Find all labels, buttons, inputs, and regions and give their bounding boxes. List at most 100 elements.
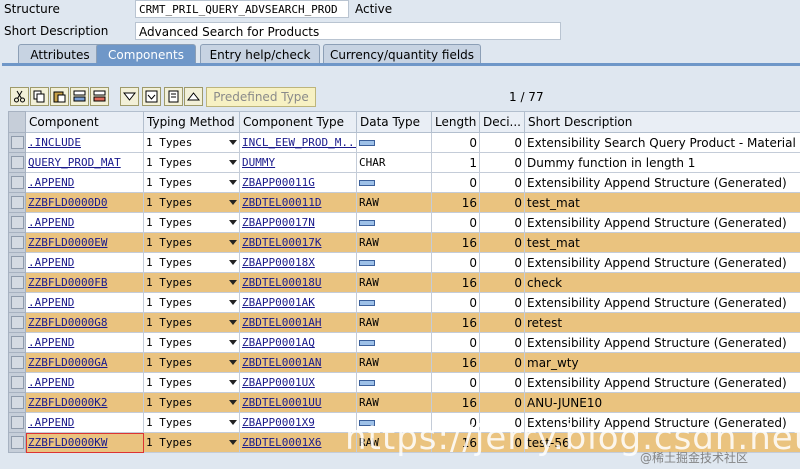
component-type-cell[interactable]: ZBDTEL0001X6 <box>239 432 357 453</box>
dropdown-arrow-icon[interactable] <box>229 280 237 285</box>
typing-method-cell[interactable]: 1 Types <box>143 272 240 293</box>
row-selector[interactable] <box>8 352 26 373</box>
column-header-component-type[interactable]: Component Type <box>239 111 357 133</box>
delete-row-icon[interactable] <box>90 87 109 106</box>
component-type-link[interactable]: ZBAPP0001AK <box>242 296 315 309</box>
component-link[interactable]: ZZBFLD0000KW <box>28 436 107 449</box>
row-selector[interactable] <box>8 292 26 313</box>
tab-attributes[interactable]: Attributes <box>18 44 102 64</box>
component-link[interactable]: .APPEND <box>28 376 74 389</box>
dropdown-arrow-icon[interactable] <box>229 200 237 205</box>
table-row[interactable]: ZZBFLD0000GA 1 Types ZBDTEL0001AN RAW 16 0 mar… <box>8 352 800 373</box>
dropdown-arrow-icon[interactable] <box>229 180 237 185</box>
component-link[interactable]: .APPEND <box>28 256 74 269</box>
table-row[interactable]: .APPEND 1 Types ZBAPP00017N 0 0 Extensibility… <box>8 212 800 233</box>
insert-row-icon[interactable] <box>70 87 89 106</box>
component-type-cell[interactable]: ZBAPP00018X <box>239 252 357 273</box>
component-type-link[interactable]: ZBAPP0001X9 <box>242 416 315 429</box>
component-cell[interactable]: .INCLUDE <box>25 132 144 153</box>
component-cell[interactable]: .APPEND <box>25 172 144 193</box>
component-type-link[interactable]: ZBAPP0001AQ <box>242 336 315 349</box>
component-type-link[interactable]: ZBAPP0001UX <box>242 376 315 389</box>
structure-field[interactable]: CRMT_PRIL_QUERY_ADVSEARCH_PROD <box>135 0 349 18</box>
component-cell[interactable]: ZZBFLD0000FB <box>25 272 144 293</box>
row-selector[interactable] <box>8 212 26 233</box>
expand-icon[interactable] <box>142 87 161 106</box>
paste-icon[interactable] <box>50 87 69 106</box>
typing-method-cell[interactable]: 1 Types <box>143 252 240 273</box>
column-header-decimals[interactable]: Deci... <box>479 111 525 133</box>
component-cell[interactable]: .APPEND <box>25 292 144 313</box>
tab-entry-help-check[interactable]: Entry help/check <box>200 44 320 64</box>
component-link[interactable]: ZZBFLD0000GA <box>28 356 107 369</box>
arrow-down-icon[interactable] <box>120 87 139 106</box>
component-type-cell[interactable]: INCL_EEW_PROD_M... <box>239 132 357 153</box>
dropdown-arrow-icon[interactable] <box>229 380 237 385</box>
dropdown-arrow-icon[interactable] <box>229 240 237 245</box>
typing-method-cell[interactable]: 1 Types <box>143 412 240 433</box>
typing-method-cell[interactable]: 1 Types <box>143 372 240 393</box>
table-row[interactable]: ZZBFLD0000EW 1 Types ZBDTEL00017K RAW 16 0 tes… <box>8 232 800 253</box>
component-type-link[interactable]: ZBDTEL0001AH <box>242 316 321 329</box>
typing-method-cell[interactable]: 1 Types <box>143 352 240 373</box>
table-row[interactable]: .APPEND 1 Types ZBAPP0001AK 0 0 Extensibility… <box>8 292 800 313</box>
typing-method-cell[interactable]: 1 Types <box>143 432 240 453</box>
component-type-cell[interactable]: ZBDTEL00011D <box>239 192 357 213</box>
row-selector[interactable] <box>8 172 26 193</box>
row-selector[interactable] <box>8 372 26 393</box>
typing-method-cell[interactable]: 1 Types <box>143 312 240 333</box>
component-link[interactable]: .INCLUDE <box>28 136 81 149</box>
component-link[interactable]: ZZBFLD0000D0 <box>28 196 107 209</box>
component-type-cell[interactable]: ZBAPP00011G <box>239 172 357 193</box>
dropdown-arrow-icon[interactable] <box>229 320 237 325</box>
component-cell[interactable]: .APPEND <box>25 332 144 353</box>
column-header-component[interactable]: Component <box>25 111 144 133</box>
component-link[interactable]: .APPEND <box>28 176 74 189</box>
column-header-length[interactable]: Length <box>431 111 480 133</box>
dropdown-arrow-icon[interactable] <box>229 440 237 445</box>
predefined-type-button[interactable]: Predefined Type <box>206 87 316 107</box>
component-type-cell[interactable]: ZBDTEL0001UU <box>239 392 357 413</box>
component-link[interactable]: .APPEND <box>28 216 74 229</box>
table-row[interactable]: .INCLUDE 1 Types INCL_EEW_PROD_M... 0 0 Exten… <box>8 132 800 153</box>
component-type-cell[interactable]: ZBDTEL00017K <box>239 232 357 253</box>
component-type-cell[interactable]: DUMMY <box>239 152 357 173</box>
tab-components[interactable]: Components <box>96 44 196 64</box>
component-type-link[interactable]: ZBAPP00017N <box>242 216 315 229</box>
copy-icon[interactable] <box>30 87 49 106</box>
component-cell[interactable]: .APPEND <box>25 212 144 233</box>
component-type-cell[interactable]: ZBDTEL0001AN <box>239 352 357 373</box>
dropdown-arrow-icon[interactable] <box>229 160 237 165</box>
dropdown-arrow-icon[interactable] <box>229 300 237 305</box>
component-type-link[interactable]: ZBDTEL0001UU <box>242 396 321 409</box>
table-row[interactable]: ZZBFLD0000FB 1 Types ZBDTEL00018U RAW 16 0 che… <box>8 272 800 293</box>
typing-method-cell[interactable]: 1 Types <box>143 172 240 193</box>
typing-method-cell[interactable]: 1 Types <box>143 392 240 413</box>
dropdown-arrow-icon[interactable] <box>229 220 237 225</box>
typing-method-cell[interactable]: 1 Types <box>143 332 240 353</box>
component-link[interactable]: ZZBFLD0000G8 <box>28 316 107 329</box>
component-type-cell[interactable]: ZBAPP0001AQ <box>239 332 357 353</box>
arrow-up-icon[interactable] <box>184 87 203 106</box>
typing-method-cell[interactable]: 1 Types <box>143 212 240 233</box>
column-header-short-description[interactable]: Short Description <box>524 111 800 133</box>
row-selector[interactable] <box>8 192 26 213</box>
component-type-cell[interactable]: ZBAPP0001X9 <box>239 412 357 433</box>
component-cell[interactable]: ZZBFLD0000K2 <box>25 392 144 413</box>
component-cell[interactable]: .APPEND <box>25 412 144 433</box>
dropdown-arrow-icon[interactable] <box>229 260 237 265</box>
select-all-cell[interactable] <box>8 111 26 133</box>
column-header-typing-method[interactable]: Typing Method <box>143 111 240 133</box>
row-selector[interactable] <box>8 412 26 433</box>
table-row[interactable]: .APPEND 1 Types ZBAPP00011G 0 0 Extensibility… <box>8 172 800 193</box>
component-type-link[interactable]: ZBDTEL00018U <box>242 276 321 289</box>
tab-currency-quantity-fields[interactable]: Currency/quantity fields <box>323 44 481 64</box>
row-selector[interactable] <box>8 392 26 413</box>
table-row[interactable]: ZZBFLD0000D0 1 Types ZBDTEL00011D RAW 16 0 tes… <box>8 192 800 213</box>
table-row[interactable]: ZZBFLD0000K2 1 Types ZBDTEL0001UU RAW 16 0 ANU… <box>8 392 800 413</box>
cut-icon[interactable] <box>10 87 29 106</box>
component-link[interactable]: ZZBFLD0000K2 <box>28 396 107 409</box>
component-cell[interactable]: ZZBFLD0000D0 <box>25 192 144 213</box>
row-selector[interactable] <box>8 332 26 353</box>
typing-method-cell[interactable]: 1 Types <box>143 232 240 253</box>
